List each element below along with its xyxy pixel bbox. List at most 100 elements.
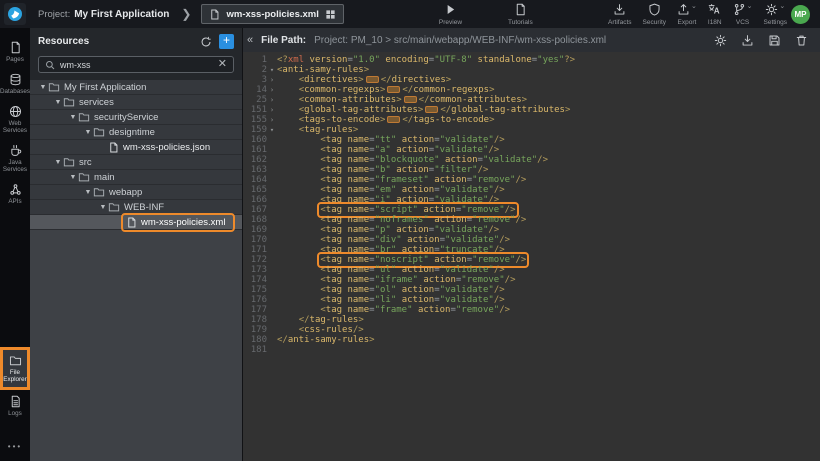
vcs-label: VCS (736, 19, 749, 26)
rail-item-databases[interactable]: Databases (0, 68, 30, 100)
editor-delete-icon[interactable] (795, 34, 808, 47)
code-line-content: <?xml version="1.0" encoding="UTF-8" sta… (277, 55, 820, 65)
code-line-3: 3› <directives></directives> (243, 75, 820, 85)
editor-save-icon[interactable] (768, 34, 781, 47)
code-line-content: <tag name="ol" action="validate"/> (277, 285, 820, 295)
line-number: 3 (243, 75, 267, 85)
tutorials-label: Tutorials (508, 19, 533, 26)
grid-icon[interactable] (325, 9, 336, 20)
tree-item-web-inf[interactable]: ▼WEB-INF (30, 200, 242, 215)
security-button[interactable]: Security (643, 3, 666, 26)
expand-arrow-icon[interactable]: ▼ (68, 174, 78, 181)
fold-toggle-icon[interactable]: ▾ (267, 65, 277, 75)
expand-arrow-icon[interactable]: ▼ (53, 99, 63, 106)
folded-code-marker[interactable] (425, 106, 438, 113)
tutorials-button[interactable]: Tutorials (508, 3, 533, 26)
fold-toggle-icon[interactable]: › (267, 95, 277, 105)
tree-item-wm-xss-policies-xml[interactable]: wm-xss-policies.xml (30, 215, 242, 230)
tree-item-my-first-application[interactable]: ▼ My First Application (30, 80, 242, 95)
line-number: 176 (243, 295, 267, 305)
folder-icon (78, 111, 90, 123)
code-line-content: </tag-rules> (277, 315, 820, 325)
folded-code-marker[interactable] (366, 76, 379, 83)
expand-arrow-icon[interactable]: ▼ (38, 84, 48, 91)
tree-item-webapp[interactable]: ▼webapp (30, 185, 242, 200)
fold-toggle-icon[interactable]: › (267, 115, 277, 125)
rail-item-apis[interactable]: APIs (0, 178, 30, 210)
expand-arrow-icon[interactable]: ▼ (83, 189, 93, 196)
line-number: 174 (243, 275, 267, 285)
tree-item-label: My First Application (64, 82, 146, 93)
code-area[interactable]: 1<?xml version="1.0" encoding="UTF-8" st… (243, 52, 820, 461)
folded-code-marker[interactable] (387, 86, 400, 93)
folded-code-marker[interactable] (387, 116, 400, 123)
search-input[interactable] (60, 60, 213, 70)
user-avatar[interactable]: MP (791, 5, 810, 24)
code-line-content: <tag name="em" action="validate"/> (277, 185, 820, 195)
security-label: Security (643, 19, 666, 26)
editor-download-icon[interactable] (741, 34, 754, 47)
project-breadcrumb[interactable]: Project: My First Application (38, 9, 169, 20)
tree-item-src[interactable]: ▼src (30, 155, 242, 170)
refresh-icon[interactable] (200, 36, 212, 48)
app-logo-icon[interactable] (4, 3, 26, 25)
tree-item-designtime[interactable]: ▼designtime (30, 125, 242, 140)
code-line-content: <tag-rules> (277, 125, 820, 135)
fold-gutter (267, 55, 277, 65)
i18n-button[interactable]: A I18N (708, 3, 722, 26)
expand-arrow-icon[interactable]: ▼ (98, 204, 108, 211)
tree-item-wm-xss-policies-json[interactable]: wm-xss-policies.json (30, 140, 242, 155)
tree-item-main[interactable]: ▼main (30, 170, 242, 185)
export-button[interactable]: ⌄ Export (677, 3, 697, 26)
tutorials-doc-icon (514, 3, 527, 16)
fold-gutter (267, 305, 277, 315)
expand-arrow-icon[interactable]: ▼ (68, 114, 78, 121)
file-icon (126, 217, 137, 228)
line-number: 166 (243, 195, 267, 205)
editor-settings-gear-icon[interactable] (714, 34, 727, 47)
add-resource-button[interactable]: + (219, 34, 234, 49)
line-number: 177 (243, 305, 267, 315)
rail-item-java-services[interactable]: JavaServices (0, 139, 30, 178)
i18n-label: I18N (708, 19, 722, 26)
code-line-2: 2▾<anti-samy-rules> (243, 65, 820, 75)
clear-search-icon[interactable]: ✕ (218, 59, 227, 70)
fold-gutter (267, 275, 277, 285)
line-number: 167 (243, 205, 267, 215)
fold-toggle-icon[interactable]: › (267, 85, 277, 95)
fold-toggle-icon[interactable]: › (267, 75, 277, 85)
code-line-content: <global-tag-attributes></global-tag-attr… (277, 105, 820, 115)
expand-arrow-icon[interactable]: ▼ (83, 129, 93, 136)
vcs-button[interactable]: ⌄ VCS (733, 3, 753, 26)
rail-more-button[interactable]: ••• (0, 434, 30, 461)
collapse-panel-icon[interactable]: « (247, 35, 253, 46)
code-editor-pane[interactable]: « File Path: Project: PM_10 > src/main/w… (243, 28, 820, 461)
expand-arrow-icon[interactable]: ▼ (53, 159, 63, 166)
tree-item-services[interactable]: ▼services (30, 95, 242, 110)
rail-item-logs[interactable]: Logs (0, 390, 30, 422)
code-line-160: 160 <tag name="tt" action="validate"/> (243, 135, 820, 145)
breadcrumb-chevron-icon: ❯ (181, 8, 191, 20)
preview-button[interactable]: Preview (439, 3, 462, 26)
artifacts-button[interactable]: Artifacts (608, 3, 631, 26)
line-number: 168 (243, 215, 267, 225)
code-line-179: 179 <css-rules/> (243, 325, 820, 335)
open-file-tab[interactable]: wm-xss-policies.xml (201, 4, 343, 24)
fold-toggle-icon[interactable]: ▾ (267, 125, 277, 135)
code-line-155: 155› <tags-to-encode></tags-to-encode> (243, 115, 820, 125)
code-line-content: <tag name="i" action="validate"/> (277, 195, 820, 205)
preview-label: Preview (439, 19, 462, 26)
tree-item-securityservice[interactable]: ▼securityService (30, 110, 242, 125)
rail-item-web-services[interactable]: WebServices (0, 100, 30, 139)
file-icon (108, 142, 119, 153)
rail-top-items: Pages Databases WebServices JavaServices… (0, 36, 30, 210)
fold-toggle-icon[interactable]: › (267, 105, 277, 115)
rail-item-pages[interactable]: Pages (0, 36, 30, 68)
settings-button[interactable]: ⌄ Settings (764, 3, 788, 26)
line-number: 14 (243, 85, 267, 95)
folded-code-marker[interactable] (404, 96, 417, 103)
export-icon (677, 3, 690, 16)
resources-title: Resources (38, 36, 89, 47)
code-line-1: 1<?xml version="1.0" encoding="UTF-8" st… (243, 55, 820, 65)
rail-item-file-explorer[interactable]: FileExplorer (0, 347, 30, 390)
